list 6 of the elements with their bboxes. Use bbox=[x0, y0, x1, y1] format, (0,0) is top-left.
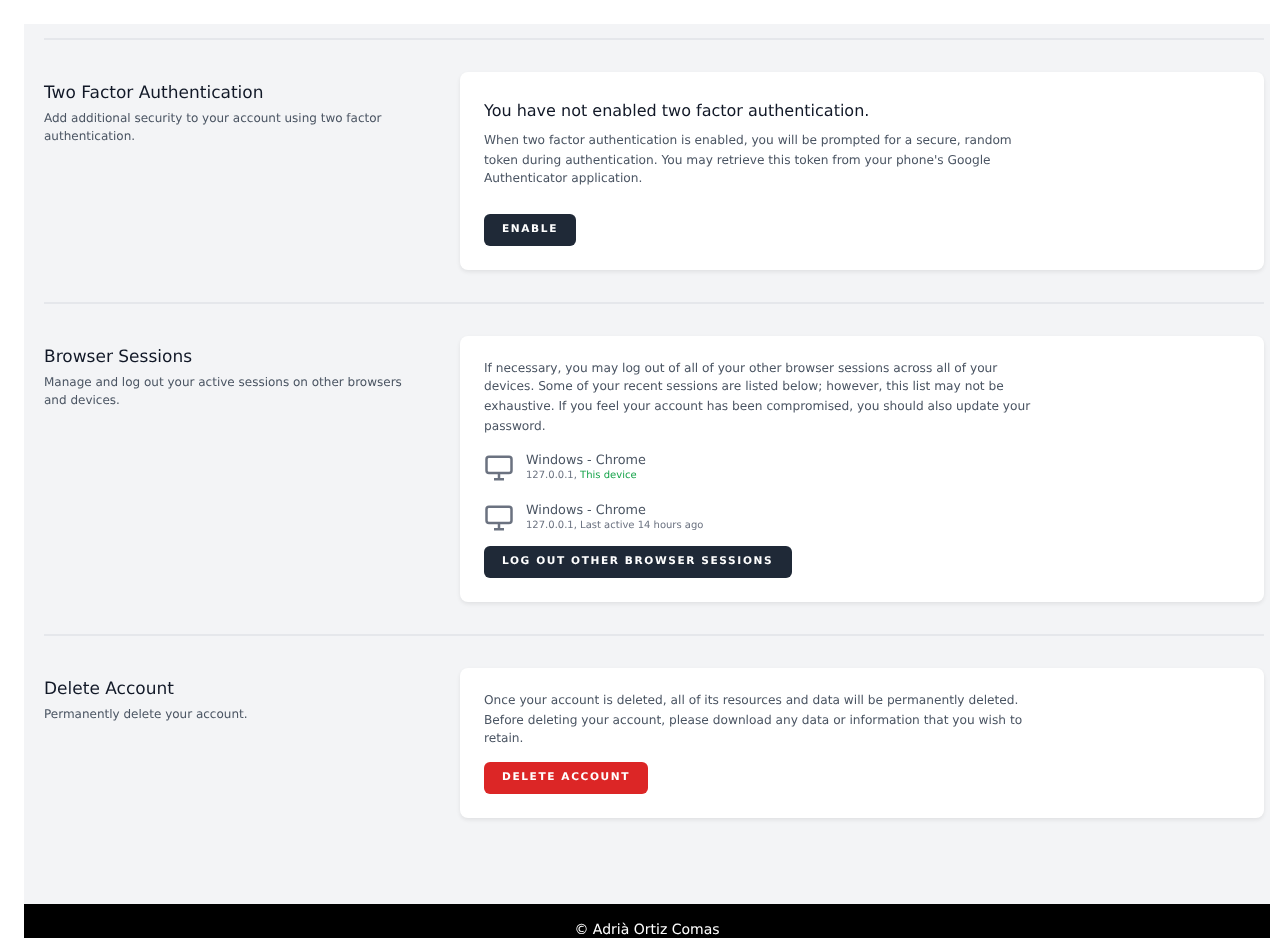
monitor-icon bbox=[484, 453, 514, 482]
section-title: Delete Account bbox=[44, 680, 176, 701]
monitor-icon bbox=[484, 503, 514, 532]
section-title: Two Factor Authentication bbox=[44, 84, 266, 104]
card-heading: You have not enabled two factor authentication. bbox=[484, 102, 872, 120]
section-title: Browser Sessions bbox=[44, 347, 195, 368]
